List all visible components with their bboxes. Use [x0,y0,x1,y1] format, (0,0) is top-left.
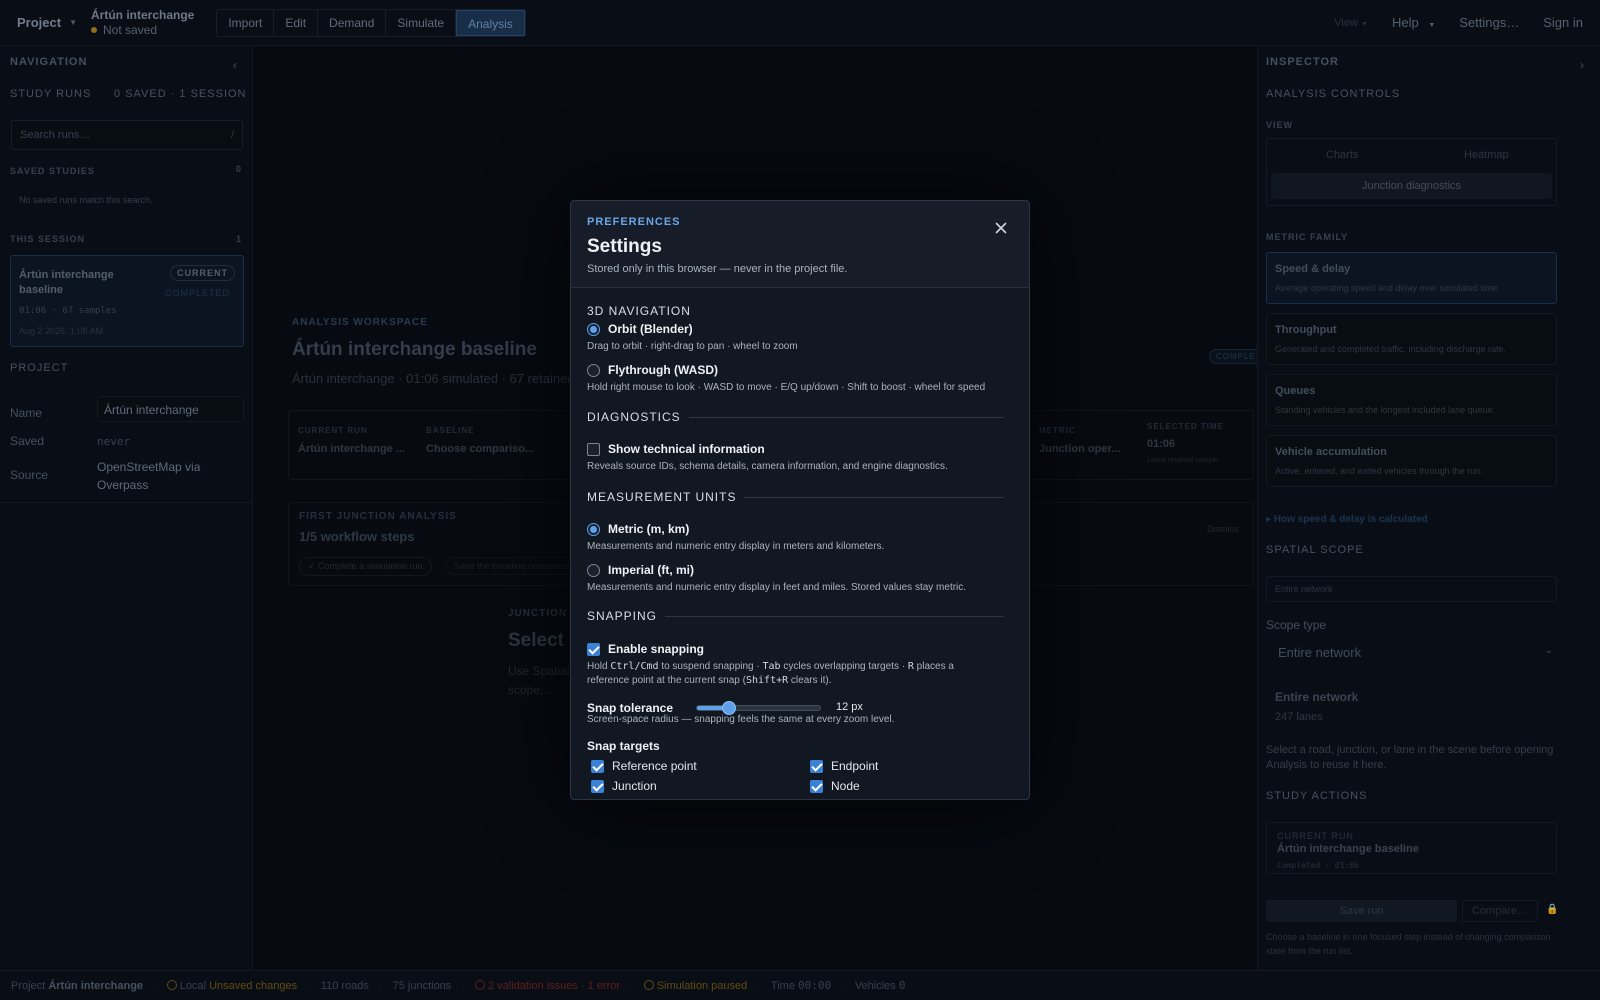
target-endpoint-checkbox[interactable] [810,760,823,773]
flythrough-radio[interactable] [587,364,600,377]
divider [688,416,1004,418]
slider-thumb[interactable] [722,701,736,715]
diagnostics-section-title: DIAGNOSTICS [587,410,1004,424]
metric-option[interactable]: Metric (m, km) Measurements and numeric … [587,522,1017,554]
dialog-header: PREFERENCES Settings Stored only in this… [571,201,1029,288]
snapping-section-label: SNAPPING [587,609,658,623]
target-junction-label[interactable]: Junction [612,779,657,793]
imperial-option[interactable]: Imperial (ft, mi) Measurements and numer… [587,563,1017,595]
imperial-radio[interactable] [587,564,600,577]
nav-section-label: 3D NAVIGATION [587,304,691,318]
flythrough-option[interactable]: Flythrough (WASD) Hold right mouse to lo… [587,363,1017,395]
enable-snapping-checkbox[interactable] [587,643,600,656]
technical-info-desc: Reveals source IDs, schema details, came… [587,461,948,472]
target-reference-point-checkbox[interactable] [591,760,604,773]
kbd-tab: Tab [762,661,781,672]
snap-desc-text: to suspend snapping · [661,661,760,672]
target-node-checkbox[interactable] [810,780,823,793]
units-section-title: MEASUREMENT UNITS [587,490,1004,504]
snapping-section-title: SNAPPING [587,609,1004,623]
dialog-kicker: PREFERENCES [587,216,681,228]
units-section-label: MEASUREMENT UNITS [587,490,737,504]
imperial-label: Imperial (ft, mi) [608,563,695,577]
target-node-label[interactable]: Node [831,779,860,793]
snap-tolerance-slider[interactable] [696,701,821,715]
flythrough-desc: Hold right mouse to look · WASD to move … [587,382,986,393]
target-endpoint-label[interactable]: Endpoint [831,759,878,773]
kbd-r: R [907,661,914,672]
kbd-shift-r: Shift+R [745,675,789,686]
technical-info-option[interactable]: Show technical information Reveals sourc… [587,442,1017,474]
snap-desc-text: clears it). [790,675,832,686]
snap-tolerance-label: Snap tolerance [587,701,674,715]
diagnostics-section-label: DIAGNOSTICS [587,410,681,424]
target-junction-checkbox[interactable] [591,780,604,793]
metric-radio[interactable] [587,523,600,536]
nav-section-title: 3D NAVIGATION [587,304,1004,318]
snap-tolerance-desc: Screen-space radius — snapping feels the… [587,714,895,725]
metric-desc: Measurements and numeric entry display i… [587,541,885,552]
orbit-option[interactable]: Orbit (Blender) Drag to orbit · right-dr… [587,322,1017,354]
divider [665,615,1004,617]
imperial-desc: Measurements and numeric entry display i… [587,582,967,593]
snap-desc-text: Hold [587,661,608,672]
orbit-label: Orbit (Blender) [608,322,693,336]
target-reference-point-label[interactable]: Reference point [612,759,697,773]
orbit-radio[interactable] [587,323,600,336]
orbit-desc: Drag to orbit · right-drag to pan · whee… [587,341,798,352]
metric-label: Metric (m, km) [608,522,690,536]
technical-info-checkbox[interactable] [587,443,600,456]
close-icon[interactable] [993,220,1009,236]
snap-targets-label: Snap targets [587,739,660,753]
divider [744,496,1004,498]
snap-desc-text: cycles overlapping targets · [783,661,906,672]
enable-snapping-option[interactable]: Enable snapping Hold Ctrl/Cmd to suspend… [587,642,987,688]
settings-dialog: PREFERENCES Settings Stored only in this… [570,200,1030,800]
dialog-subtitle: Stored only in this browser — never in t… [587,263,848,275]
dialog-title: Settings [587,236,662,257]
enable-snapping-desc: Hold Ctrl/Cmd to suspend snapping · Tab … [587,660,987,688]
snap-tolerance-value: 12 px [836,701,863,713]
technical-info-label: Show technical information [608,442,765,456]
snap-targets-grid: Reference point Endpoint Junction Node [591,759,1011,799]
enable-snapping-label: Enable snapping [608,642,705,656]
flythrough-label: Flythrough (WASD) [608,363,718,377]
kbd-ctrl-cmd: Ctrl/Cmd [610,661,659,672]
